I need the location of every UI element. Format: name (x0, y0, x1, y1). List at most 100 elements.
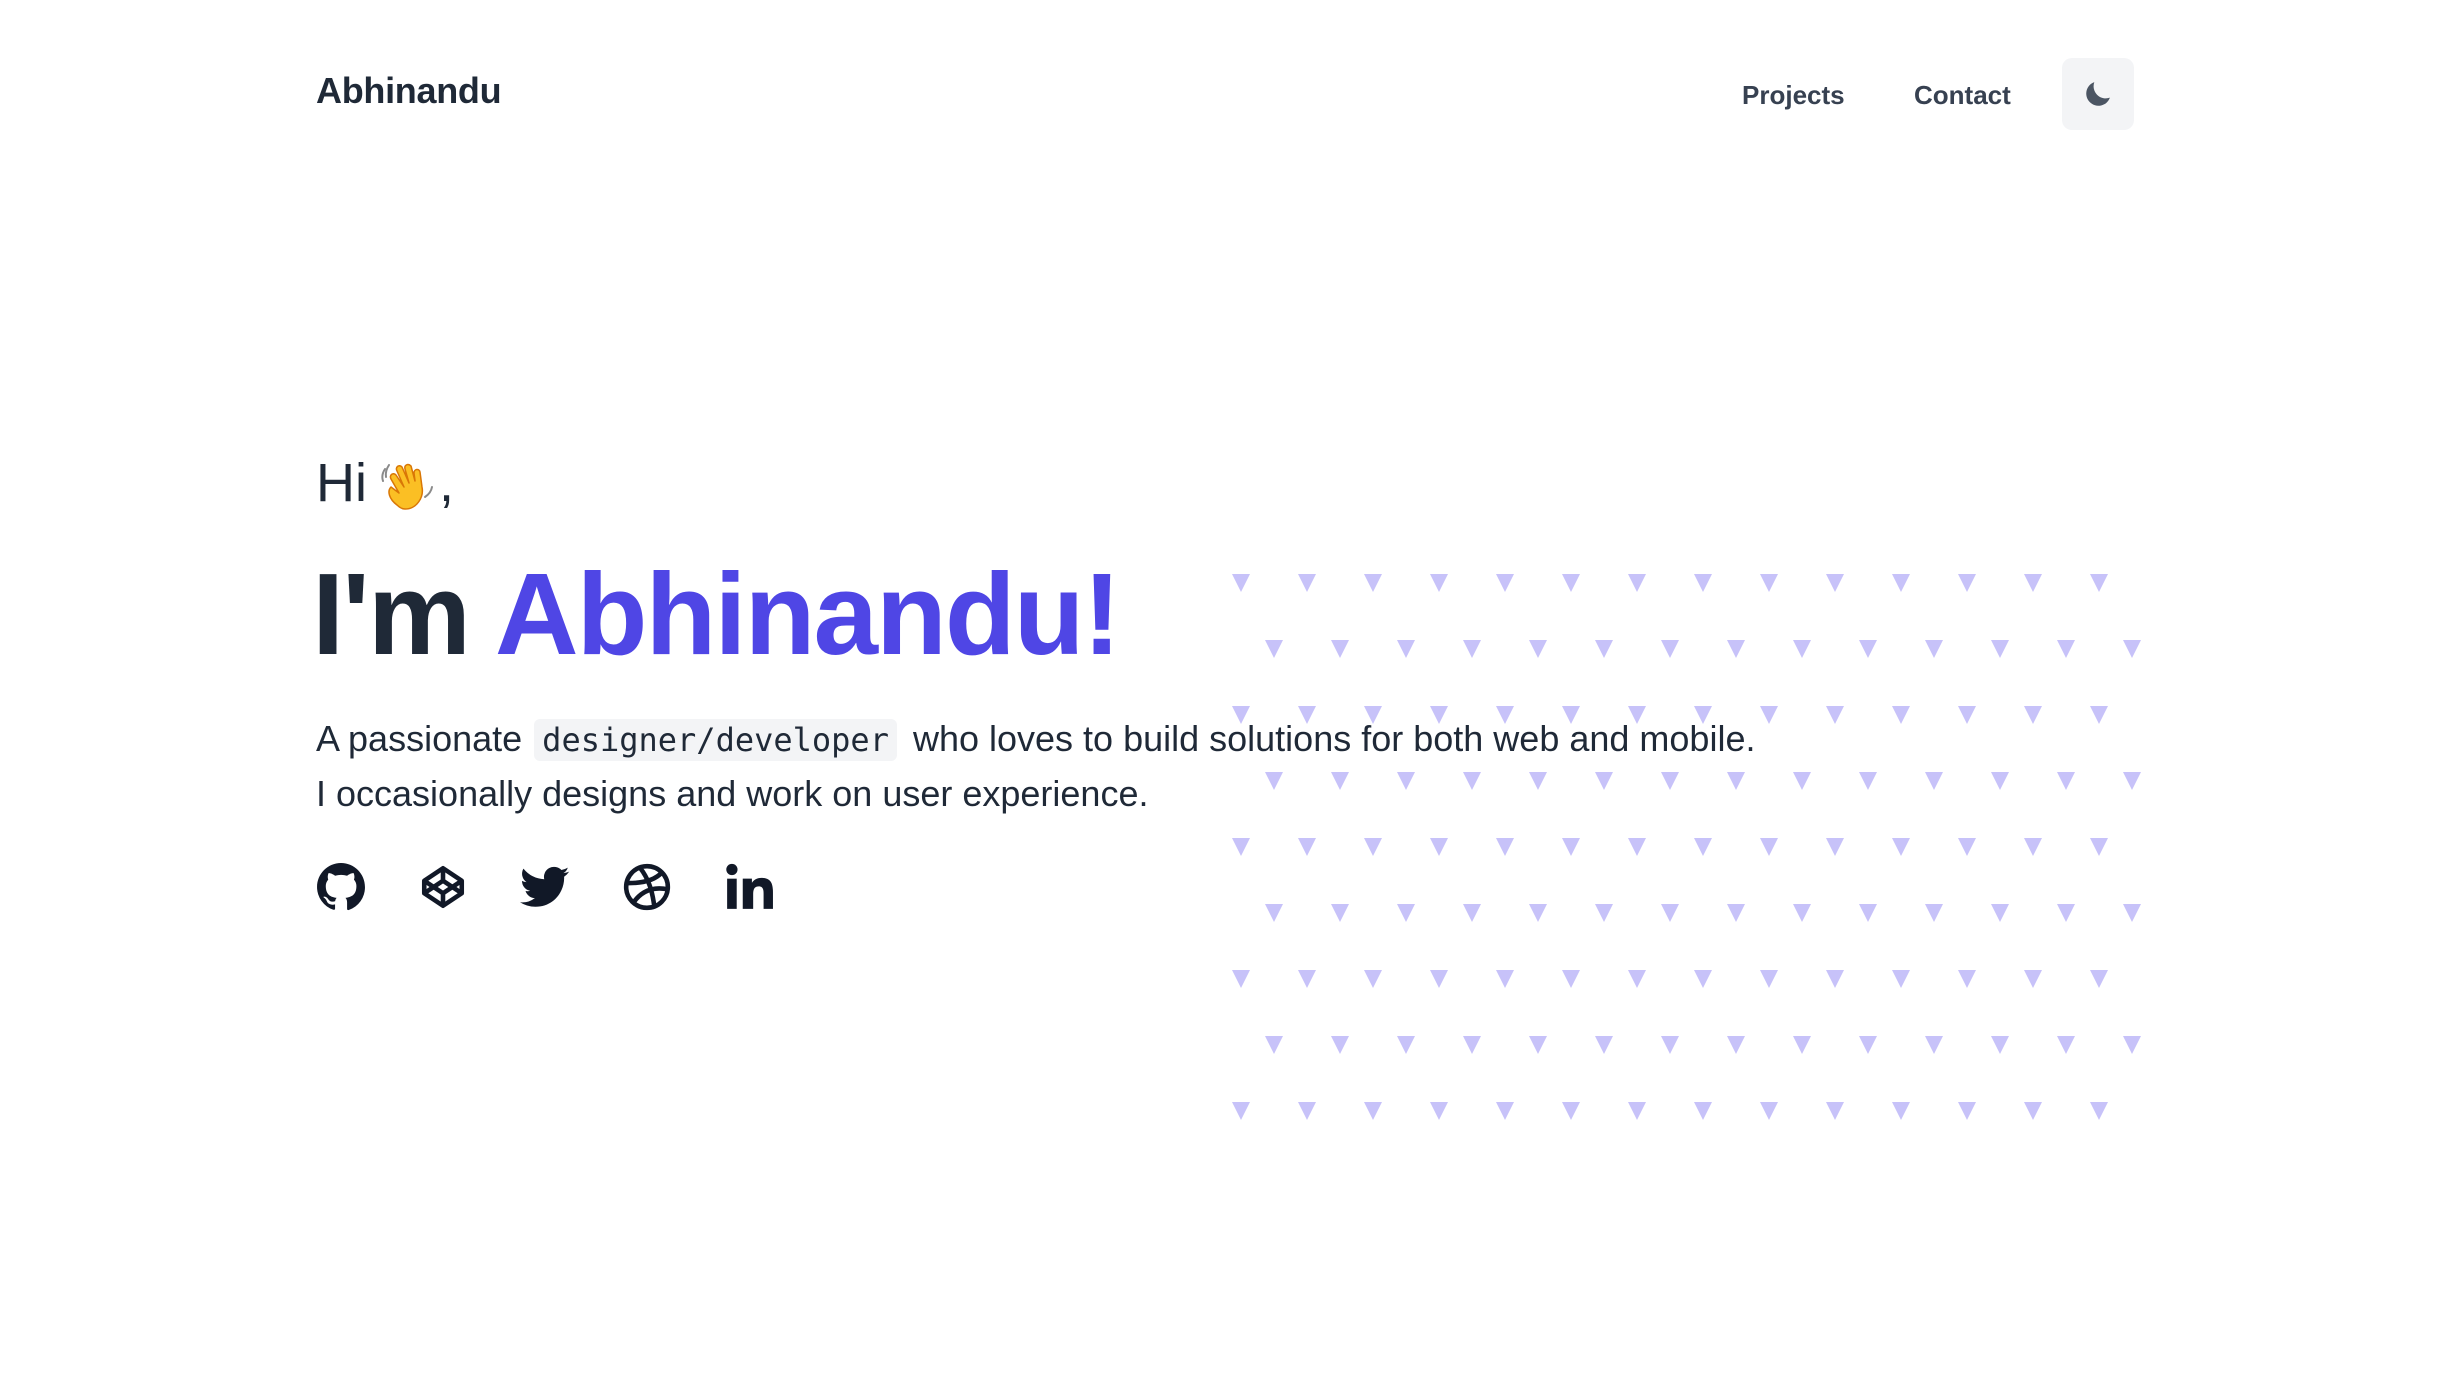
pattern-triangle (1958, 838, 1976, 856)
pattern-triangle (1859, 772, 1877, 790)
pattern-triangle (1298, 970, 1316, 988)
pattern-triangle (1331, 904, 1349, 922)
nav-contact-link[interactable]: Contact (1914, 80, 2011, 111)
pattern-triangle (1892, 838, 1910, 856)
pattern-triangle (1760, 970, 1778, 988)
pattern-triangle (1232, 1102, 1250, 1120)
pattern-triangle (1364, 838, 1382, 856)
pattern-triangle (1496, 838, 1514, 856)
pattern-triangle (1298, 1102, 1316, 1120)
waving-hand-icon (381, 463, 433, 510)
pattern-triangle (1661, 640, 1679, 658)
pattern-triangle (2090, 1102, 2108, 1120)
pattern-triangle (1958, 1102, 1976, 1120)
pattern-triangle (1529, 1036, 1547, 1054)
pattern-triangle (1232, 574, 1250, 592)
pattern-triangle (1364, 1102, 1382, 1120)
pattern-triangle (1628, 1102, 1646, 1120)
pattern-triangle (1430, 574, 1448, 592)
site-brand[interactable]: Abhinandu (316, 70, 502, 112)
social-links (316, 862, 826, 912)
pattern-triangle (1562, 574, 1580, 592)
pattern-triangle (1925, 640, 1943, 658)
pattern-triangle (1892, 1102, 1910, 1120)
pattern-triangle (1958, 970, 1976, 988)
pattern-triangle (1760, 1102, 1778, 1120)
pattern-triangle (1430, 1102, 1448, 1120)
theme-toggle-button[interactable] (2062, 58, 2134, 130)
pattern-triangle (1529, 640, 1547, 658)
pattern-triangle (2090, 970, 2108, 988)
pattern-triangle (2090, 574, 2108, 592)
twitter-link[interactable] (520, 862, 570, 912)
triangle-pattern (1232, 574, 2141, 1120)
linkedin-icon (726, 863, 773, 909)
pattern-triangle (1232, 838, 1250, 856)
pattern-triangle (1826, 970, 1844, 988)
pattern-triangle (1793, 904, 1811, 922)
twitter-icon (520, 866, 570, 907)
pattern-triangle (1826, 1102, 1844, 1120)
dribbble-icon (623, 863, 671, 911)
nav-projects-link[interactable]: Projects (1742, 80, 1845, 111)
pattern-triangle (1925, 1036, 1943, 1054)
pattern-triangle (1496, 970, 1514, 988)
pattern-triangle (1331, 640, 1349, 658)
intro-start: A passionate (316, 718, 523, 759)
pattern-triangle (2057, 1036, 2075, 1054)
pattern-triangle (1463, 1036, 1481, 1054)
greeting: Hi , (316, 452, 454, 514)
pattern-triangle (2057, 640, 2075, 658)
pattern-triangle (1430, 970, 1448, 988)
pattern-triangle (1694, 574, 1712, 592)
pattern-triangle (1397, 904, 1415, 922)
hero-headline: I'm Abhinandu! (312, 556, 1121, 672)
pattern-triangle (1562, 1102, 1580, 1120)
pattern-triangle (1661, 904, 1679, 922)
pattern-triangle (1694, 1102, 1712, 1120)
github-link[interactable] (316, 862, 366, 912)
pattern-triangle (1694, 970, 1712, 988)
pattern-triangle (1991, 640, 2009, 658)
pattern-triangle (2123, 772, 2141, 790)
pattern-triangle (2024, 970, 2042, 988)
intro-code-chip: designer/developer (534, 719, 897, 761)
pattern-triangle (1793, 640, 1811, 658)
pattern-triangle (1760, 838, 1778, 856)
pattern-triangle (1265, 1036, 1283, 1054)
pattern-triangle (2057, 772, 2075, 790)
page: Abhinandu Projects Contact Hi , I'm Abhi… (0, 0, 2440, 1396)
pattern-triangle (1925, 904, 1943, 922)
pattern-triangle (1826, 706, 1844, 724)
pattern-triangle (1430, 838, 1448, 856)
pattern-triangle (2057, 904, 2075, 922)
pattern-triangle (1562, 838, 1580, 856)
pattern-triangle (1925, 772, 1943, 790)
dribbble-link[interactable] (622, 862, 672, 912)
pattern-triangle (1265, 640, 1283, 658)
pattern-triangle (1397, 640, 1415, 658)
pattern-triangle (2090, 706, 2108, 724)
pattern-triangle (1496, 1102, 1514, 1120)
intro-line-2: I occasionally designs and work on user … (316, 773, 1149, 814)
pattern-triangle (2090, 838, 2108, 856)
pattern-triangle (2024, 838, 2042, 856)
linkedin-link[interactable] (724, 862, 774, 912)
pattern-triangle (1331, 1036, 1349, 1054)
github-icon (317, 863, 365, 911)
pattern-triangle (1562, 970, 1580, 988)
pattern-triangle (1991, 1036, 2009, 1054)
pattern-triangle (1694, 838, 1712, 856)
greeting-text: Hi (316, 453, 367, 513)
codepen-link[interactable] (418, 862, 468, 912)
pattern-triangle (1892, 970, 1910, 988)
pattern-triangle (1628, 970, 1646, 988)
pattern-triangle (1958, 706, 1976, 724)
pattern-triangle (1859, 904, 1877, 922)
pattern-triangle (1496, 574, 1514, 592)
pattern-triangle (1463, 904, 1481, 922)
pattern-triangle (1397, 1036, 1415, 1054)
headline-name: Abhinandu! (494, 549, 1121, 679)
pattern-triangle (1892, 574, 1910, 592)
pattern-triangle (1232, 970, 1250, 988)
